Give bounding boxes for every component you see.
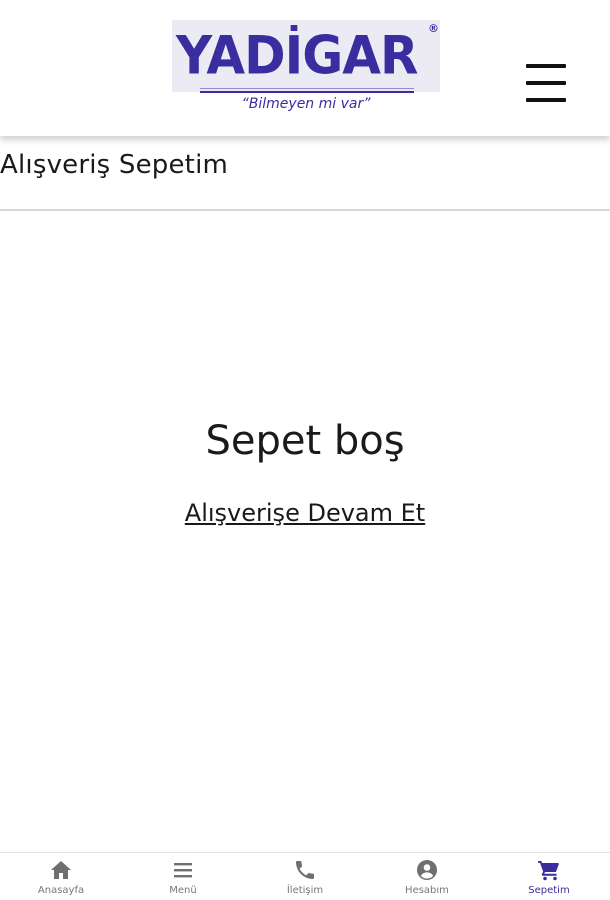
nav-label-cart: Sepetim	[528, 885, 570, 896]
nav-item-menu[interactable]: Menü	[122, 853, 244, 900]
home-icon	[51, 861, 71, 879]
phone-icon	[296, 861, 314, 879]
cart-icon	[538, 861, 559, 881]
brand-logo[interactable]: YADİGAR ® “Bilmeyen mi var”	[172, 18, 440, 118]
title-divider	[0, 209, 610, 211]
logo-tagline: “Bilmeyen mi var”	[241, 96, 371, 112]
bottom-nav: Anasayfa Menü İletişim Hesabım Sepetim	[0, 852, 610, 900]
nav-item-home[interactable]: Anasayfa	[0, 853, 122, 900]
nav-item-account[interactable]: Hesabım	[366, 853, 488, 900]
page-title: Alışveriş Sepetim	[0, 150, 229, 180]
logo-underline	[200, 91, 414, 93]
nav-label-contact: İletişim	[286, 885, 324, 896]
logo-brand-text: YADİGAR	[176, 25, 418, 86]
registered-mark: ®	[428, 22, 439, 35]
nav-item-contact[interactable]: İletişim	[244, 853, 366, 900]
hamburger-icon[interactable]	[522, 60, 570, 108]
menu-icon	[174, 863, 192, 878]
account-icon	[417, 860, 437, 880]
continue-shopping-link[interactable]: Alışverişe Devam Et	[0, 499, 610, 527]
nav-item-cart[interactable]: Sepetim	[488, 853, 610, 900]
nav-label-home: Anasayfa	[37, 885, 85, 896]
nav-label-menu: Menü	[169, 885, 197, 896]
app-header: YADİGAR ® “Bilmeyen mi var”	[0, 0, 610, 136]
logo-underline-thin	[200, 88, 414, 89]
empty-cart-message: Sepet boş	[205, 418, 405, 464]
nav-label-account: Hesabım	[405, 885, 449, 896]
